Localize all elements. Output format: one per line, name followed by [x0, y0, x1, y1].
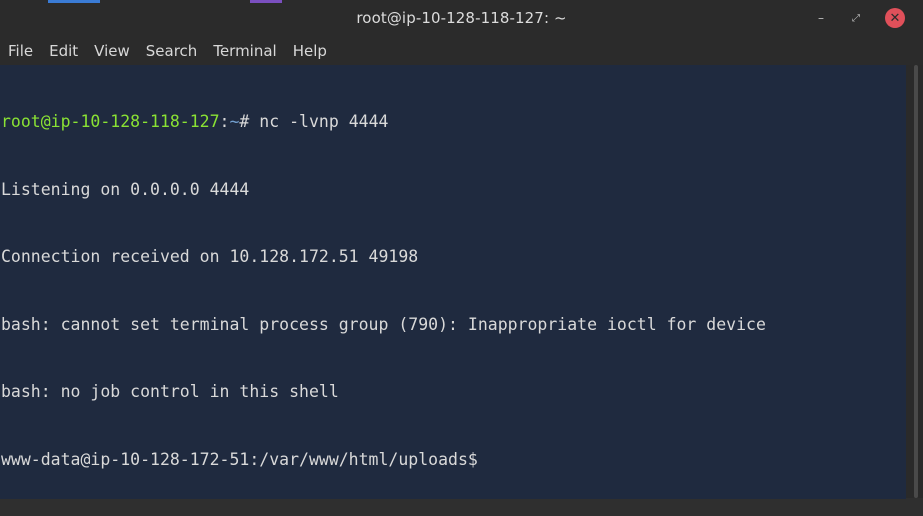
- maximize-icon: ⤢: [852, 12, 860, 24]
- menu-help[interactable]: Help: [285, 37, 335, 65]
- prompt-line: root@ip-10-128-118-127:~# nc -lvnp 4444: [0, 111, 906, 134]
- output-line: bash: cannot set terminal process group …: [1, 314, 766, 334]
- menu-search[interactable]: Search: [138, 37, 206, 65]
- output-line: www-data@ip-10-128-172-51:/var/www/html/…: [1, 449, 478, 469]
- prompt-separator: :: [219, 112, 230, 131]
- menu-bar: File Edit View Search Terminal Help: [0, 37, 923, 65]
- menu-view[interactable]: View: [86, 37, 138, 65]
- prompt-command: nc -lvnp 4444: [249, 112, 389, 131]
- maximize-button[interactable]: ⤢: [846, 8, 866, 28]
- prompt-symbol: #: [239, 112, 250, 131]
- menu-file[interactable]: File: [0, 37, 41, 65]
- menu-terminal[interactable]: Terminal: [205, 37, 284, 65]
- taskbar-strip-blue: [48, 0, 100, 3]
- prompt-user-host: root@ip-10-128-118-127: [1, 112, 220, 131]
- output-line: bash: no job control in this shell: [1, 382, 339, 401]
- menu-edit[interactable]: Edit: [41, 37, 86, 65]
- close-button[interactable]: ✕: [885, 8, 905, 28]
- output-line: Listening on 0.0.0.0 4444: [1, 179, 250, 199]
- title-bar[interactable]: root@ip-10-128-118-127: ~ – ⤢ ✕: [0, 0, 923, 37]
- taskbar-strip-purple: [250, 0, 282, 3]
- terminal-output[interactable]: root@ip-10-128-118-127:~# nc -lvnp 4444 …: [0, 65, 906, 499]
- prompt-path: ~: [229, 112, 240, 131]
- scroll-thumb[interactable]: [914, 65, 918, 498]
- minimize-icon: –: [818, 11, 824, 25]
- minimize-button[interactable]: –: [811, 8, 831, 28]
- window-title: root@ip-10-128-118-127: ~: [356, 9, 567, 27]
- close-icon: ✕: [889, 10, 901, 26]
- scrollbar[interactable]: [906, 65, 923, 498]
- output-line: Connection received on 10.128.172.51 491…: [1, 247, 419, 266]
- terminal-window: root@ip-10-128-118-127: ~ – ⤢ ✕ File Edi…: [0, 0, 923, 499]
